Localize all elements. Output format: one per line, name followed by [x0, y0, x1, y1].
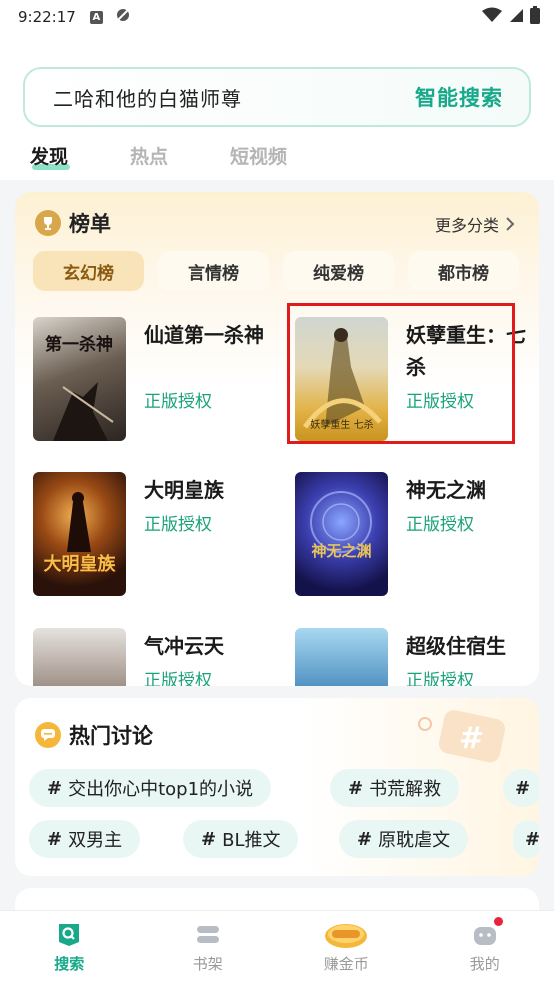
- book-title: 气冲云天: [144, 634, 224, 658]
- book-cover[interactable]: [33, 628, 126, 686]
- ranking-card: 榜单 更多分类 玄幻榜 言情榜 纯爱榜 都市榜 第一杀神 仙道第一杀神 正版授权…: [15, 192, 539, 686]
- topic-chip[interactable]: # 书荒解救: [330, 769, 460, 807]
- book-item[interactable]: 气冲云天 正版授权: [33, 628, 273, 686]
- hash-icon: #: [525, 828, 539, 850]
- notification-icon: A: [89, 10, 103, 24]
- hash-icon: #: [515, 777, 531, 799]
- nav-bookshelf[interactable]: 书架: [158, 921, 258, 974]
- nav-earn-coins[interactable]: 赚金币: [296, 921, 396, 974]
- book-title: 仙道第一杀神: [144, 323, 264, 347]
- notification-dot: [493, 917, 503, 926]
- book-title: 超级住宿生: [406, 634, 506, 658]
- nav-profile-label: 我的: [469, 955, 500, 973]
- ranking-categories: 玄幻榜 言情榜 纯爱榜 都市榜: [33, 251, 519, 291]
- signal-icon: [508, 7, 524, 27]
- nav-earn-coins-label: 赚金币: [323, 955, 369, 973]
- profile-icon: [471, 917, 503, 949]
- nav-search-label: 搜索: [54, 955, 85, 973]
- topic-chip[interactable]: #: [503, 769, 539, 807]
- hash-icon: #: [201, 828, 217, 850]
- hashtag-decor-icon: #: [418, 710, 506, 763]
- more-categories-label: 更多分类: [434, 216, 499, 235]
- topic-label: 双男主: [68, 830, 123, 851]
- category-urban[interactable]: 都市榜: [408, 251, 519, 291]
- book-tag: 正版授权: [144, 392, 212, 412]
- wifi-icon: [482, 7, 502, 27]
- topic-chip[interactable]: # 交出你心中top1的小说: [29, 769, 272, 807]
- book-cover[interactable]: 神无之渊: [295, 472, 388, 596]
- book-tag: 正版授权: [144, 671, 212, 686]
- book-item[interactable]: 大明皇族 大明皇族 正版授权: [33, 472, 273, 602]
- smart-search-button[interactable]: 智能搜索: [415, 82, 503, 112]
- book-tag: 正版授权: [144, 515, 212, 535]
- chat-icon: [35, 722, 61, 748]
- book-item[interactable]: 神无之渊 神无之渊 正版授权: [295, 472, 535, 602]
- nav-profile[interactable]: 我的: [435, 917, 535, 974]
- hash-icon: #: [357, 828, 373, 850]
- coin-icon: [324, 921, 368, 949]
- book-item[interactable]: 超级住宿生 正版授权: [295, 628, 535, 686]
- topic-label: 原耽虐文: [378, 830, 451, 851]
- book-tag: 正版授权: [406, 515, 474, 535]
- book-cover[interactable]: 第一杀神: [33, 317, 126, 441]
- bookshelf-icon: [194, 921, 222, 949]
- topic-chip[interactable]: # 原耽虐文: [339, 820, 469, 858]
- book-tag: 正版授权: [406, 671, 474, 686]
- hash-icon: #: [47, 777, 63, 799]
- svg-text:#: #: [459, 721, 484, 756]
- tab-discover[interactable]: 发现: [30, 142, 71, 170]
- search-icon: [55, 921, 83, 949]
- category-romance[interactable]: 言情榜: [158, 251, 269, 291]
- topic-label: 交出你心中top1的小说: [68, 779, 254, 800]
- status-bar: 9:22:17 A: [0, 0, 554, 34]
- tab-short-video[interactable]: 短视频: [230, 142, 287, 169]
- chevron-right-icon: [506, 217, 515, 231]
- topic-label: BL推文: [222, 830, 281, 851]
- category-bl[interactable]: 纯爱榜: [283, 251, 394, 291]
- cover-title: 神无之渊: [311, 542, 372, 560]
- ranking-title: 榜单: [69, 212, 111, 236]
- book-cover[interactable]: [295, 628, 388, 686]
- ranking-header: 榜单: [35, 208, 111, 238]
- search-input[interactable]: 二哈和他的白猫师尊: [53, 83, 242, 112]
- cover-title: 大明皇族: [43, 554, 116, 575]
- sync-icon: [115, 7, 131, 27]
- book-title: 大明皇族: [144, 478, 224, 502]
- topic-chip[interactable]: # 双男主: [29, 820, 141, 858]
- trophy-icon: [35, 210, 61, 236]
- topic-chip[interactable]: # BL推文: [183, 820, 299, 858]
- tab-hot[interactable]: 热点: [130, 142, 168, 169]
- battery-icon: [530, 6, 540, 28]
- nav-bookshelf-label: 书架: [192, 955, 223, 973]
- cover-title: 第一杀神: [45, 335, 113, 355]
- search-bar[interactable]: 二哈和他的白猫师尊 智能搜索: [23, 67, 531, 127]
- nav-search[interactable]: 搜索: [19, 921, 119, 974]
- status-time: 9:22:17: [18, 8, 76, 26]
- book-cover[interactable]: 大明皇族: [33, 472, 126, 596]
- topic-label: 书荒解救: [369, 779, 442, 800]
- hot-header: 热门讨论: [35, 720, 153, 750]
- hash-icon: #: [348, 777, 364, 799]
- category-fantasy[interactable]: 玄幻榜: [33, 251, 144, 291]
- more-categories-link[interactable]: 更多分类: [435, 212, 515, 236]
- book-item[interactable]: 第一杀神 仙道第一杀神 正版授权: [33, 317, 273, 447]
- highlight-box: [287, 303, 515, 444]
- discover-tabs: 发现 热点 短视频: [30, 142, 287, 170]
- book-title: 神无之渊: [406, 478, 486, 502]
- bottom-nav: 搜索 书架 赚金币 我的: [0, 910, 554, 984]
- topic-chip[interactable]: #: [513, 820, 539, 858]
- hash-icon: #: [47, 828, 63, 850]
- hot-title: 热门讨论: [69, 724, 153, 748]
- hot-discussion-card: 热门讨论 # # 交出你心中top1的小说 # 书荒解救 # # 双男主 # B…: [15, 698, 539, 876]
